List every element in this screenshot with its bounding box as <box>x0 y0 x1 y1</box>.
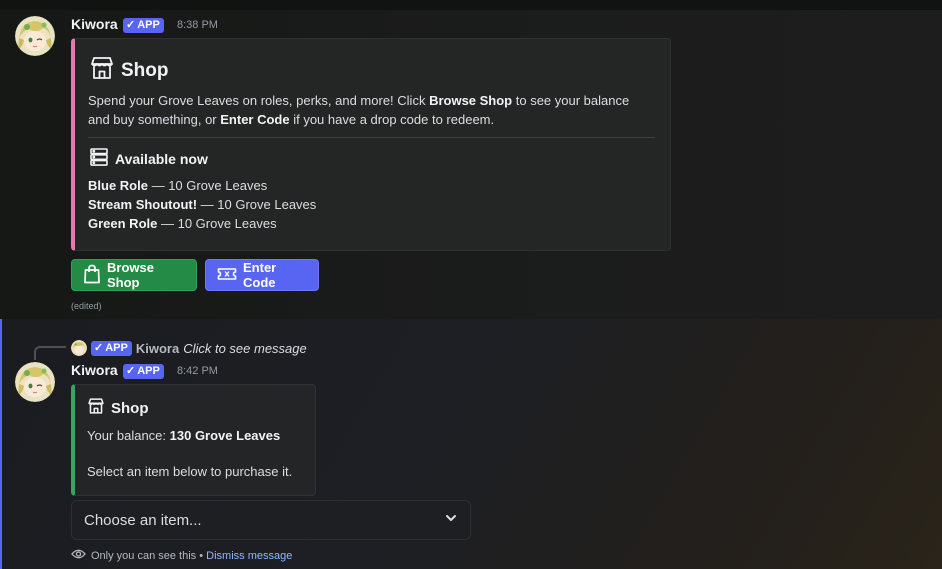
browse-shop-label: Browse Shop <box>107 260 154 290</box>
list-icon <box>89 147 109 170</box>
ephemeral-notice: Only you can see this • Dismiss message <box>71 548 292 563</box>
app-badge-label: APP <box>137 19 160 31</box>
section-title: Available now <box>89 147 208 170</box>
shop-embed: Shop Spend your Grove Leaves on roles, p… <box>71 38 671 251</box>
checkmark-icon: ✓ <box>126 365 136 377</box>
item-name: Stream Shoutout! <box>88 197 198 212</box>
timestamp[interactable]: 8:42 PM <box>177 365 218 377</box>
embed-title: Shop <box>87 397 149 419</box>
shop-balance-embed: Shop Your balance: 130 Grove Leaves Sele… <box>71 384 316 496</box>
desc-part: Spend your Grove Leaves on roles, perks,… <box>88 93 430 108</box>
storefront-icon <box>89 55 115 87</box>
balance-line: Your balance: 130 Grove Leaves <box>87 426 280 445</box>
author-name[interactable]: Kiwora <box>71 16 118 32</box>
app-badge: ✓ APP <box>123 18 164 33</box>
timestamp[interactable]: 8:38 PM <box>177 19 218 31</box>
section-title-text: Available now <box>115 150 208 167</box>
storefront-icon <box>87 397 105 419</box>
item-name: Green Role <box>88 216 158 231</box>
reply-text[interactable]: Click to see message <box>183 341 307 356</box>
ticket-icon <box>217 266 237 285</box>
item-price: — 10 Grove Leaves <box>157 216 277 231</box>
list-item: Blue Role — 10 Grove Leaves <box>88 176 316 195</box>
select-placeholder: Choose an item... <box>84 511 202 529</box>
app-badge-label: APP <box>137 365 160 377</box>
author-name[interactable]: Kiwora <box>71 362 118 378</box>
embed-title: Shop <box>89 55 169 87</box>
checkmark-icon: ✓ <box>94 341 104 354</box>
top-strip <box>0 0 942 10</box>
edited-label: (edited) <box>71 301 102 311</box>
balance-value: 130 Grove Leaves <box>169 428 281 443</box>
item-select-dropdown[interactable]: Choose an item... <box>71 500 471 540</box>
reply-author[interactable]: Kiwora <box>136 341 179 356</box>
list-item: Green Role — 10 Grove Leaves <box>88 214 316 233</box>
embed-title-text: Shop <box>111 399 149 417</box>
item-name: Blue Role <box>88 178 148 193</box>
avatar[interactable] <box>15 16 55 56</box>
desc-part: if you have a drop code to redeem. <box>289 112 495 127</box>
eye-icon <box>71 548 86 563</box>
reply-app-badge: ✓ APP <box>91 340 132 356</box>
app-badge: ✓ APP <box>123 364 164 379</box>
item-list: Blue Role — 10 Grove Leaves Stream Shout… <box>88 176 316 233</box>
item-price: — 10 Grove Leaves <box>197 197 317 212</box>
reply-connector <box>34 346 66 360</box>
embed-description: Spend your Grove Leaves on roles, perks,… <box>88 91 668 129</box>
dismiss-message-link[interactable]: Dismiss message <box>206 550 292 562</box>
avatar[interactable] <box>15 362 55 402</box>
enter-code-button[interactable]: Enter Code <box>205 259 319 291</box>
item-price: — 10 Grove Leaves <box>147 178 268 193</box>
reply-badge-label: APP <box>105 341 128 354</box>
balance-label: Your balance: <box>87 428 170 443</box>
chevron-down-icon <box>444 511 458 529</box>
desc-bold-enter-code: Enter Code <box>220 112 290 127</box>
reply-preview[interactable]: ✓ APP Kiwora Click to see message <box>71 339 307 357</box>
browse-shop-button[interactable]: Browse Shop <box>71 259 197 291</box>
reply-avatar <box>71 340 87 356</box>
embed-divider <box>88 137 655 138</box>
shopping-bag-icon <box>83 264 101 287</box>
embed-title-text: Shop <box>121 60 169 81</box>
instruction-text: Select an item below to purchase it. <box>87 464 293 479</box>
checkmark-icon: ✓ <box>126 19 136 31</box>
desc-bold-browse-shop: Browse Shop <box>429 93 513 108</box>
desc-part: to see your balance <box>512 93 630 108</box>
ephemeral-text: Only you can see this • <box>91 549 207 562</box>
list-item: Stream Shoutout! — 10 Grove Leaves <box>88 195 316 214</box>
highlight-bar <box>0 319 2 569</box>
desc-part: and buy something, or <box>88 112 221 127</box>
enter-code-label: Enter Code <box>243 260 277 290</box>
